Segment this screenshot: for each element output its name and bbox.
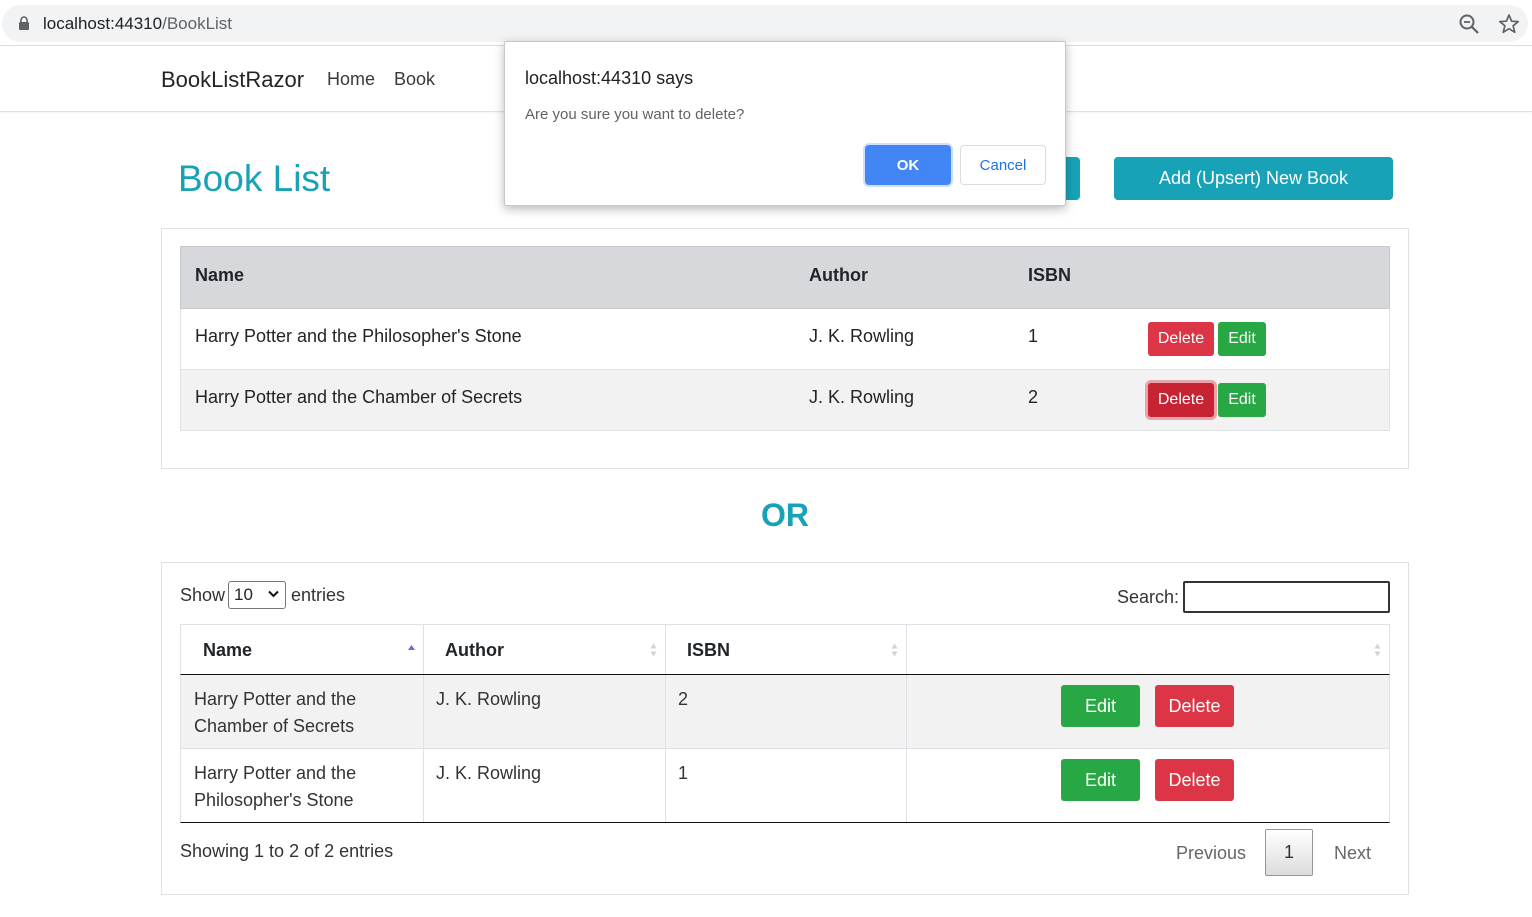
page-title: Book List [178,158,331,199]
add-new-book-button[interactable]: Add (Upsert) New Book [1114,157,1393,200]
header-name: Name [195,265,245,285]
book-author: J. K. Rowling [809,326,915,346]
book-isbn: 1 [1028,326,1039,346]
show-label: Show [180,585,226,605]
url-text[interactable]: localhost:44310/BookList [43,14,232,34]
browser-toolbar: localhost:44310/BookList [0,0,1532,46]
url-path: /BookList [162,14,233,33]
nav-link-home[interactable]: Home [327,69,375,90]
column-divider [906,675,907,748]
delete-button[interactable]: Delete [1148,322,1214,356]
book-name: Harry Potter and the Philosopher's Stone [194,763,357,810]
column-divider [665,749,666,822]
header-author-sortable[interactable]: Author [445,640,504,661]
book-isbn: 2 [1028,387,1039,407]
dialog-title: localhost:44310 says [525,68,694,88]
star-icon[interactable] [1498,13,1520,35]
edit-button[interactable]: Edit [1218,383,1266,417]
datatable: Name Author ISBN Harry Potter and the Ch… [180,624,1390,823]
delete-button[interactable]: Delete [1148,383,1214,417]
book-name: Harry Potter and the Chamber of Secrets [194,689,357,736]
header-isbn-sortable[interactable]: ISBN [687,640,730,661]
book-author: J. K. Rowling [436,689,542,709]
edit-button[interactable]: Edit [1218,322,1266,356]
book-isbn: 1 [678,763,689,783]
table-row: Harry Potter and the Philosopher's Stone… [180,749,1390,823]
ok-button[interactable]: OK [865,145,951,185]
table-info: Showing 1 to 2 of 2 entries [180,841,394,861]
table-row: Harry Potter and the Philosopher's Stone… [180,309,1390,370]
table-row: Harry Potter and the Chamber of Secrets … [180,675,1390,749]
zoom-icon[interactable] [1458,13,1480,35]
chevron-down-icon [268,590,279,598]
lock-icon[interactable] [18,16,30,31]
pagination-next[interactable]: Next [1334,843,1371,864]
delete-button[interactable]: Delete [1155,685,1234,727]
entries-label: entries [291,585,346,605]
header-name-sortable[interactable]: Name [203,640,252,661]
page-length-value: 10 [234,585,253,604]
book-table: Name Author ISBN Harry Potter and the Ph… [180,246,1390,431]
book-author: J. K. Rowling [436,763,542,783]
delete-button[interactable]: Delete [1155,759,1234,801]
or-separator: OR [761,497,809,533]
search-input[interactable] [1183,581,1390,613]
cancel-button[interactable]: Cancel [960,145,1046,185]
column-divider [665,675,666,748]
navbar-brand[interactable]: BookListRazor [161,67,304,93]
column-divider [423,675,424,748]
column-divider [665,625,666,674]
column-divider [423,749,424,822]
book-name: Harry Potter and the Chamber of Secrets [195,387,523,407]
sort-both-icon[interactable] [890,642,899,658]
book-name: Harry Potter and the Philosopher's Stone [195,326,522,346]
url-host: localhost:44310 [43,14,163,33]
search-label: Search: [1117,587,1180,607]
book-isbn: 2 [678,689,689,709]
edit-button[interactable]: Edit [1061,759,1140,801]
sort-both-icon[interactable] [1373,642,1382,658]
book-author: J. K. Rowling [809,387,915,407]
book-table-header: Name Author ISBN [180,246,1390,309]
page-length-select[interactable]: 10 [228,581,286,609]
dialog-message: Are you sure you want to delete? [525,106,745,123]
sort-ascending-icon[interactable] [407,642,416,658]
column-divider [423,625,424,674]
edit-button[interactable]: Edit [1061,685,1140,727]
sort-both-icon[interactable] [649,642,658,658]
header-author: Author [809,265,868,285]
nav-link-book[interactable]: Book [394,69,435,90]
column-divider [906,625,907,674]
confirm-dialog: localhost:44310 says Are you sure you wa… [504,41,1066,206]
pagination-previous[interactable]: Previous [1176,843,1246,864]
datatable-header: Name Author ISBN [180,624,1390,675]
address-bar[interactable]: localhost:44310/BookList [2,5,1528,42]
table-row: Harry Potter and the Chamber of Secrets … [180,370,1390,431]
column-divider [906,749,907,822]
header-isbn: ISBN [1028,265,1072,285]
pagination-page-1[interactable]: 1 [1265,829,1313,876]
